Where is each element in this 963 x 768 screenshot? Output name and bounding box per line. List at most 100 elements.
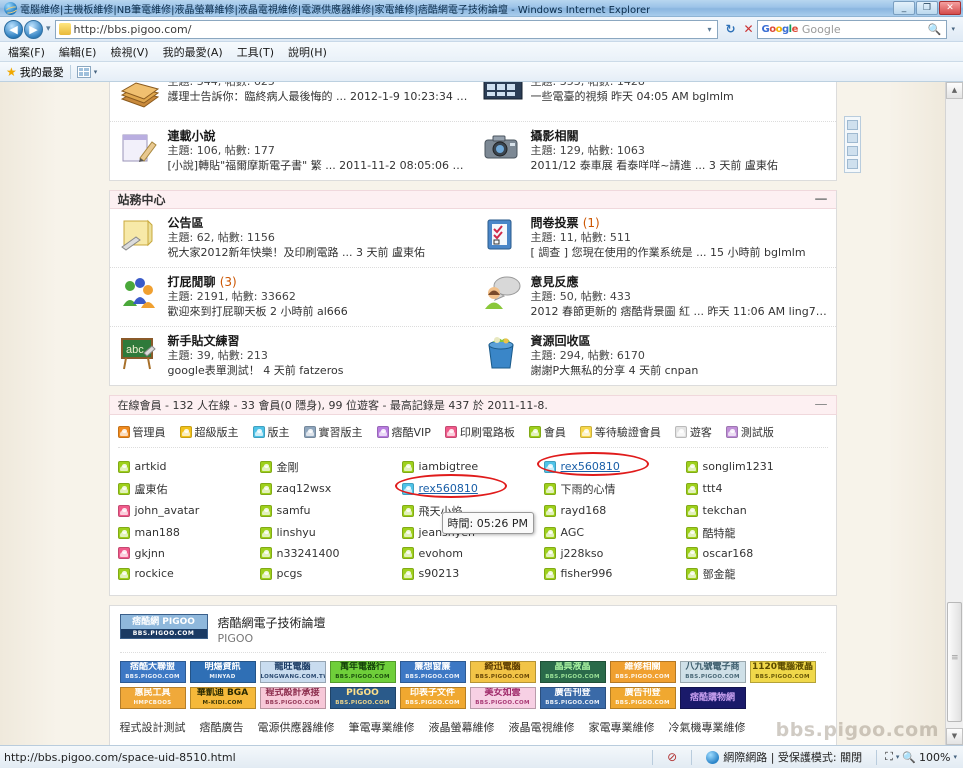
online-user[interactable]: 鄧金龍 bbox=[685, 563, 828, 585]
chevron-down-icon[interactable]: ▾ bbox=[896, 753, 900, 761]
online-user-link[interactable]: rex560810 bbox=[561, 460, 620, 473]
forum-last-post[interactable]: [小說]轉貼"福爾摩斯電子書" 繁 ... 2011-11-2 08:05:06… bbox=[168, 159, 469, 174]
forum-name[interactable]: 公告區 bbox=[168, 215, 469, 231]
online-user[interactable]: artkid bbox=[117, 456, 260, 478]
favorites-label[interactable]: 我的最愛 bbox=[20, 64, 64, 80]
search-input[interactable]: Google bbox=[802, 23, 928, 36]
menu-file[interactable]: 檔案(F) bbox=[8, 44, 45, 60]
online-user[interactable]: rex560810 bbox=[394, 473, 544, 500]
online-user[interactable]: j228kso bbox=[543, 544, 686, 563]
favorites-grid-icon[interactable] bbox=[76, 65, 91, 78]
sponsor-banner[interactable]: 程式設計承接 BBS.PIGOO.COM bbox=[259, 686, 326, 709]
online-user-link[interactable]: gkjnn bbox=[135, 547, 165, 560]
online-user[interactable]: pcgs bbox=[259, 563, 402, 585]
forum-cell[interactable]: 資源回收區 主題: 294, 帖數: 6170 謝謝P大無私的分享 4 天前 c… bbox=[472, 325, 836, 385]
refresh-button[interactable]: ↻ bbox=[721, 22, 739, 36]
forum-last-post[interactable]: google表單測試！ 4 天前 fatzeros bbox=[168, 364, 469, 379]
sponsor-name[interactable]: 痞酷網電子技術論壇 bbox=[218, 614, 326, 632]
stop-button[interactable]: ✕ bbox=[739, 22, 757, 36]
forum-cell[interactable]: 連載小說 主題: 106, 帖數: 177 [小說]轉貼"福爾摩斯電子書" 繁 … bbox=[109, 121, 473, 180]
page-scrollbar[interactable]: ▲ ▼ bbox=[945, 82, 963, 745]
forum-name[interactable]: 攝影相關 bbox=[531, 128, 832, 144]
online-user-link[interactable]: evohom bbox=[419, 547, 463, 560]
online-user[interactable]: rayd168 bbox=[543, 500, 686, 522]
online-user[interactable]: evohom bbox=[401, 544, 544, 563]
sponsor-banner[interactable]: 八九號電子商 BBS.PIGOO.COM bbox=[679, 660, 746, 683]
forum-cell[interactable]: 主題: 353, 帖數: 1428 一些電臺的視頻 昨天 04:05 AM bg… bbox=[473, 82, 836, 121]
sponsor-banner[interactable]: 晶典液晶 BBS.PIGOO.COM bbox=[539, 660, 606, 683]
forum-name[interactable]: 打屁閒聊 (3) bbox=[168, 274, 469, 290]
online-user[interactable]: tekchan bbox=[685, 500, 828, 522]
address-input[interactable]: http://bbs.pigoo.com/ bbox=[74, 23, 704, 36]
security-zone-cell[interactable]: 網際網路 | 受保護模式: 關閉 bbox=[700, 749, 868, 765]
sponsor-banner[interactable]: 廣告刊登 BBS.PIGOO.COM bbox=[609, 686, 676, 709]
pigoo-logo-icon[interactable]: 痞酷網 PIGOO BBS.PIGOO.COM bbox=[119, 613, 208, 639]
online-user-link[interactable]: AGC bbox=[561, 526, 585, 539]
online-user[interactable]: samfu bbox=[259, 500, 402, 522]
online-user[interactable]: 下雨的心情 bbox=[543, 478, 686, 500]
sponsor-banner[interactable]: PIGOO BBS.PIGOO.COM bbox=[329, 686, 396, 709]
sponsor-banner[interactable]: 華凱迪 BGA M-KIDI.COM bbox=[189, 686, 256, 709]
back-button[interactable]: ◀ bbox=[4, 19, 23, 39]
forum-cell[interactable]: 意見反應 主題: 50, 帖數: 433 2012 春節更新的 痞酷背景圖 紅 … bbox=[472, 266, 836, 326]
sponsor-banner[interactable]: 廣告刊登 BBS.PIGOO.COM bbox=[539, 686, 606, 709]
forum-cell[interactable]: 公告區 主題: 62, 帖數: 1156 祝大家2012新年快樂！及印刷電路 .… bbox=[110, 209, 473, 267]
forum-last-post[interactable]: 一些電臺的視頻 昨天 04:05 AM bglmlm bbox=[531, 90, 832, 105]
scroll-down-button[interactable]: ▼ bbox=[946, 728, 963, 745]
search-provider-chevron-down-icon[interactable]: ▾ bbox=[947, 25, 959, 33]
favorites-chevron-down-icon[interactable]: ▾ bbox=[94, 68, 98, 76]
online-user[interactable]: rex560810 bbox=[536, 451, 686, 478]
online-user-link[interactable]: rockice bbox=[135, 567, 174, 580]
online-user-link[interactable]: 盧東佑 bbox=[135, 481, 168, 497]
sponsor-banner[interactable]: 印表子文件 BBS.PIGOO.COM bbox=[399, 686, 466, 709]
menu-favorites[interactable]: 我的最愛(A) bbox=[163, 44, 223, 60]
online-user-link[interactable]: n33241400 bbox=[277, 547, 340, 560]
menu-edit[interactable]: 編輯(E) bbox=[59, 44, 97, 60]
online-user[interactable]: ttt4 bbox=[685, 478, 828, 500]
address-chevron-down-icon[interactable]: ▾ bbox=[703, 25, 715, 34]
forum-cell[interactable]: abc 新手貼文練習 主題: 39, 帖數: 213 google表單測試！ 4… bbox=[109, 325, 473, 385]
online-user[interactable]: linshyu bbox=[259, 522, 402, 544]
forum-name[interactable]: 意見反應 bbox=[531, 274, 832, 290]
qrcode-icon[interactable] bbox=[846, 159, 858, 169]
online-user-link[interactable]: j228kso bbox=[561, 547, 604, 560]
online-user[interactable]: songlim1231 bbox=[685, 456, 828, 478]
forum-name[interactable]: 新手貼文練習 bbox=[168, 333, 469, 349]
menu-tools[interactable]: 工具(T) bbox=[237, 44, 274, 60]
scrollbar-thumb[interactable] bbox=[947, 602, 962, 722]
sponsor-banner[interactable]: 龍旺電腦 LONGWANG.COM.TW bbox=[259, 660, 326, 683]
sponsor-link[interactable]: 筆電專業維修 bbox=[349, 719, 415, 735]
address-bar[interactable]: http://bbs.pigoo.com/ ▾ bbox=[54, 19, 719, 39]
forum-last-post[interactable]: 護理士告訴你：臨終病人最後悔的 ... 2012-1-9 10:23:34 PM… bbox=[168, 90, 469, 105]
sponsor-banner[interactable]: 痞酷大聯盟 BBS.PIGOO.COM bbox=[119, 660, 186, 683]
online-user[interactable]: zaq12wsx bbox=[259, 478, 402, 500]
forum-name[interactable]: 問卷投票 (1) bbox=[531, 215, 832, 231]
forum-cell[interactable]: 打屁閒聊 (3) 主題: 2191, 帖數: 33662 歡迎來到打屁聊天板 2… bbox=[109, 266, 473, 326]
forum-last-post[interactable]: 歡迎來到打屁聊天板 2 小時前 al666 bbox=[168, 305, 469, 320]
sponsor-banner[interactable]: 綺迅電腦 BBS.PIGOO.COM bbox=[469, 660, 536, 683]
compatibility-view-icon[interactable]: ⛶ bbox=[885, 750, 893, 764]
maximize-button[interactable]: ❐ bbox=[916, 1, 938, 15]
online-user[interactable]: iambigtree bbox=[401, 456, 544, 478]
online-user[interactable]: man188 bbox=[117, 522, 260, 544]
online-user[interactable]: s90213 bbox=[401, 563, 544, 585]
forum-last-post[interactable]: 祝大家2012新年快樂！及印刷電路 ... 3 天前 盧東佑 bbox=[168, 246, 469, 261]
search-icon[interactable]: 🔍 bbox=[928, 23, 945, 36]
forum-last-post[interactable]: [ 調查 ] 您現在使用的作業系统是 ... 15 小時前 bglmlm bbox=[531, 246, 832, 261]
forum-cell[interactable]: 主題: 344, 帖數: 625 護理士告訴你：臨終病人最後悔的 ... 201… bbox=[110, 82, 473, 121]
panel-icon[interactable] bbox=[846, 133, 858, 143]
online-user[interactable]: 盧東佑 bbox=[117, 478, 260, 500]
online-user-link[interactable]: songlim1231 bbox=[703, 460, 774, 473]
forum-last-post[interactable]: 2012 春節更新的 痞酷背景圖 紅 ... 昨天 11:06 AM ling7… bbox=[531, 305, 832, 320]
online-user-link[interactable]: zaq12wsx bbox=[277, 482, 332, 495]
online-user-link[interactable]: ttt4 bbox=[703, 482, 723, 495]
sponsor-banner[interactable]: 簾想窗簾 BBS.PIGOO.COM bbox=[399, 660, 466, 683]
sponsor-banner[interactable]: 1120電腦液晶 BBS.PIGOO.COM bbox=[749, 660, 816, 683]
forum-last-post[interactable]: 2011/12 泰車展 看泰咩咩~請進 ... 3 天前 盧東佑 bbox=[531, 159, 832, 174]
collapse-icon[interactable]: — bbox=[815, 192, 828, 207]
online-user[interactable]: gkjnn bbox=[117, 544, 260, 563]
sponsor-banner[interactable]: 惠民工具 HMPCBOOS bbox=[119, 686, 186, 709]
online-user[interactable]: john_avatar bbox=[117, 500, 260, 522]
online-user[interactable]: fisher996 bbox=[543, 563, 686, 585]
star-icon[interactable]: ★ bbox=[6, 65, 17, 79]
